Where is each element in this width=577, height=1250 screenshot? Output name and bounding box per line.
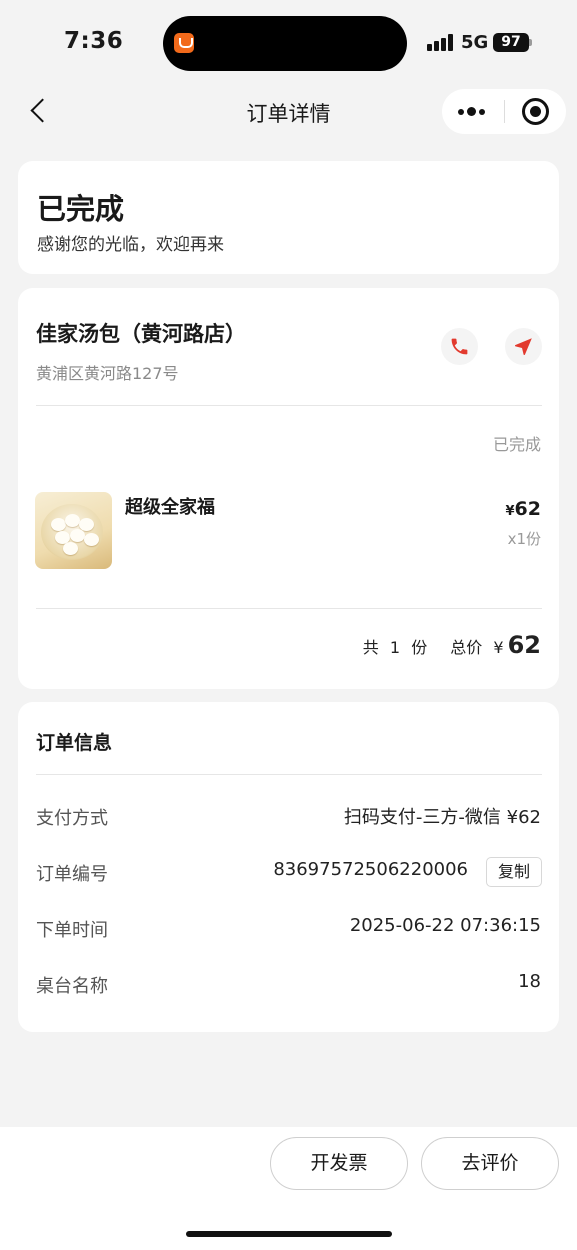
item-count: 1 [389, 638, 401, 657]
more-icon[interactable] [456, 103, 490, 121]
target-icon[interactable] [522, 98, 549, 125]
dish-quantity: x1份 [507, 530, 541, 548]
call-store-button[interactable] [441, 328, 478, 365]
battery-tip [529, 39, 532, 46]
total-currency: ¥ [493, 638, 504, 657]
order-status-label: 已完成 [492, 435, 541, 454]
total-amount: 62 [507, 631, 541, 659]
review-button[interactable]: 去评价 [421, 1137, 559, 1190]
app-activity-icon [174, 33, 194, 53]
steamer-basket [41, 504, 103, 560]
dish-currency: ¥ [505, 504, 515, 519]
dish-price: ¥62 [506, 498, 542, 520]
miniprogram-capsule [442, 89, 566, 134]
section-divider [36, 608, 542, 609]
copy-order-number-button[interactable]: 复制 [486, 857, 542, 887]
order-info-title: 订单信息 [36, 732, 113, 754]
payment-method-value: 扫码支付-三方-微信 ¥62 [343, 807, 541, 828]
total-label: 总价 [450, 638, 483, 657]
store-address: 黄浦区黄河路127号 [36, 364, 179, 383]
navigate-to-store-button[interactable] [505, 328, 542, 365]
store-card: 佳家汤包（黄河路店） 黄浦区黄河路127号 已完成 超级全家福 ¥62 x1份 … [18, 288, 559, 689]
home-indicator[interactable] [186, 1231, 392, 1237]
network-type: 5G [461, 32, 489, 53]
invoice-button[interactable]: 开发票 [270, 1137, 408, 1190]
battery-icon: 97 [493, 33, 529, 52]
table-name-value: 18 [518, 971, 541, 992]
order-info-card: 订单信息 支付方式 扫码支付-三方-微信 ¥62 订单编号 8369757250… [18, 702, 559, 1032]
table-name-label: 桌台名称 [36, 976, 108, 997]
count-unit: 份 [411, 638, 428, 657]
order-time-label: 下单时间 [36, 920, 108, 941]
order-status-card: 已完成 感谢您的光临，欢迎再来 [18, 161, 559, 274]
order-number-label: 订单编号 [36, 864, 108, 885]
order-status-subtitle: 感谢您的光临，欢迎再来 [37, 235, 224, 255]
order-number-value: 83697572506220006 [273, 859, 468, 880]
section-divider [36, 774, 542, 775]
dynamic-island [163, 16, 407, 71]
dish-price-value: 62 [514, 498, 541, 520]
phone-icon [451, 338, 468, 355]
navigation-arrow-icon [514, 338, 532, 356]
dish-image [35, 492, 112, 569]
order-total-row: 共 1 份 总价 ¥62 [357, 631, 541, 659]
status-time: 7:36 [64, 28, 124, 54]
order-time-value: 2025-06-22 07:36:15 [349, 915, 541, 936]
section-divider [36, 405, 542, 406]
order-status-title: 已完成 [37, 192, 125, 226]
payment-method-label: 支付方式 [36, 808, 108, 829]
count-prefix: 共 [362, 638, 379, 657]
navigation-bar: 订单详情 [0, 80, 577, 144]
cellular-signal-icon [427, 33, 457, 51]
dish-name: 超级全家福 [125, 497, 215, 518]
bottom-action-bar: 开发票 去评价 [0, 1127, 577, 1250]
store-name: 佳家汤包（黄河路店） [36, 322, 246, 346]
capsule-divider [504, 100, 505, 123]
status-bar: 7:36 5G 97 [0, 0, 577, 80]
